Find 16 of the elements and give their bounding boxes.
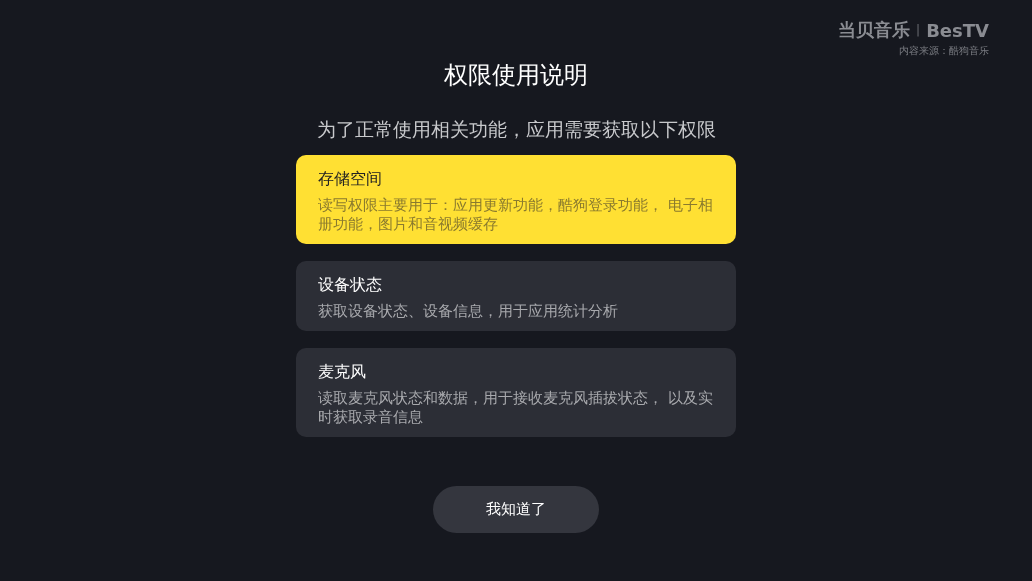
permission-card[interactable]: 设备状态 获取设备状态、设备信息，用于应用统计分析 — [296, 261, 736, 331]
content-source: 内容来源：酷狗音乐 — [899, 44, 989, 58]
brand-logo: 当贝音乐 — [838, 18, 911, 42]
permission-name: 设备状态 — [318, 274, 383, 296]
brand-separator: | — [916, 23, 921, 37]
permission-description: 获取设备状态、设备信息，用于应用统计分析 — [318, 302, 619, 321]
permission-card[interactable]: 存储空间 读写权限主要用于：应用更新功能，酷狗登录功能， 电子相册功能，图片和音视频缓存 — [296, 155, 736, 244]
confirm-button[interactable]: 我知道了 — [433, 486, 599, 533]
permission-name: 存储空间 — [318, 168, 383, 190]
permission-description: 读写权限主要用于：应用更新功能，酷狗登录功能， 电子相册功能，图片和音视频缓存 — [318, 196, 714, 234]
permission-card[interactable]: 麦克风 读取麦克风状态和数据，用于接收麦克风插拔状态， 以及实时获取录音信息 — [296, 348, 736, 437]
permission-name: 麦克风 — [318, 361, 367, 383]
partner-logo: BesTV — [926, 19, 989, 41]
dialog-title: 权限使用说明 — [444, 60, 588, 91]
permission-description: 读取麦克风状态和数据，用于接收麦克风插拔状态， 以及实时获取录音信息 — [318, 389, 714, 427]
dialog-subtitle: 为了正常使用相关功能，应用需要获取以下权限 — [316, 117, 716, 142]
